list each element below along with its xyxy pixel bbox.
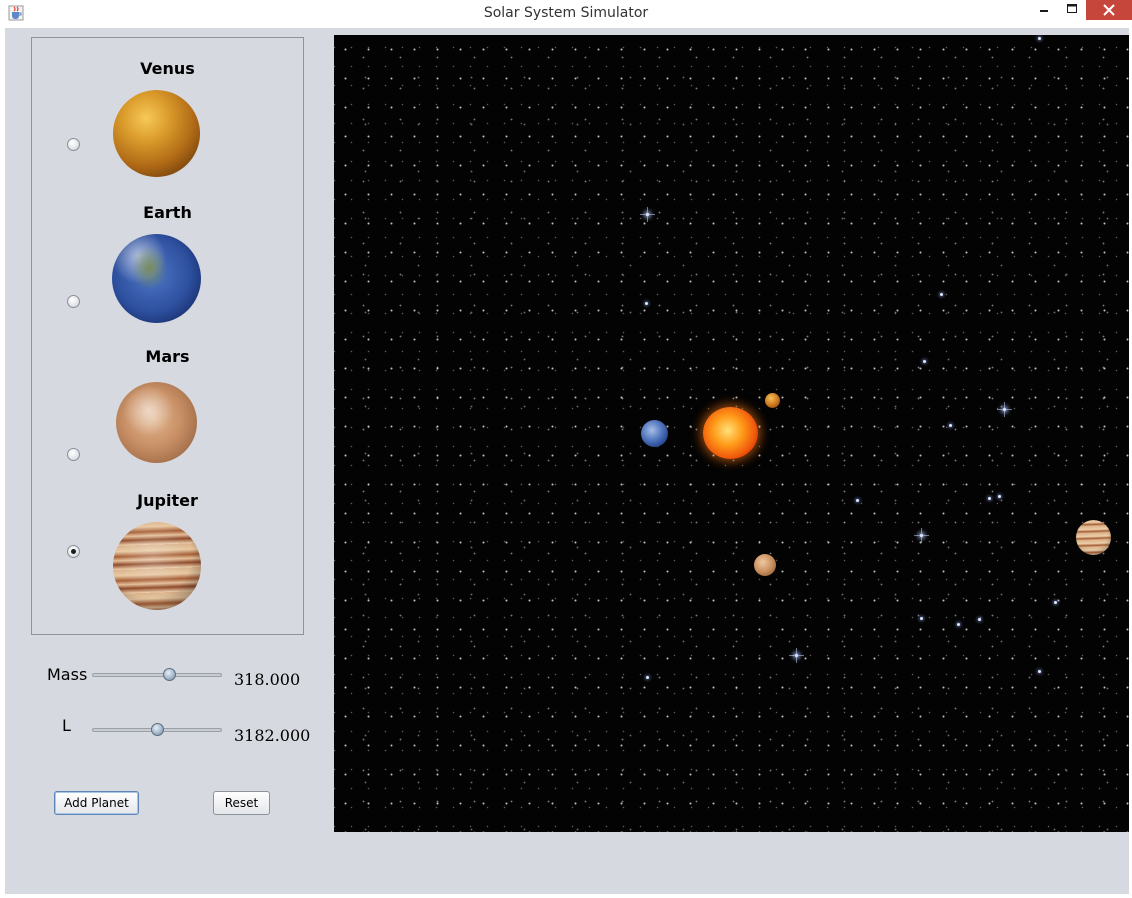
jupiter-shading <box>113 522 201 610</box>
sun <box>703 407 758 459</box>
jupiter-planet-image <box>113 522 201 610</box>
close-icon <box>1103 4 1115 16</box>
star <box>1038 37 1041 40</box>
venus-radio[interactable] <box>67 138 80 151</box>
star <box>1038 670 1041 673</box>
star <box>957 623 960 626</box>
earth-body <box>641 420 668 447</box>
jupiter-radio[interactable] <box>67 545 80 558</box>
mass-value: 318.000 <box>234 670 301 689</box>
star <box>640 207 655 222</box>
add-planet-button[interactable]: Add Planet <box>54 791 139 815</box>
star <box>920 617 923 620</box>
star <box>914 528 929 543</box>
star <box>1054 601 1057 604</box>
minimize-icon[interactable] <box>1030 0 1058 22</box>
l-value: 3182.000 <box>234 726 311 745</box>
planet-name-venus: Venus <box>140 59 195 78</box>
mars-radio[interactable] <box>67 448 80 461</box>
planet-name-earth: Earth <box>143 203 192 222</box>
venus-planet-image <box>113 90 200 177</box>
star <box>940 293 943 296</box>
title-bar: Solar System Simulator <box>0 0 1132 28</box>
star <box>978 618 981 621</box>
l-slider[interactable] <box>92 723 222 736</box>
planet-name-jupiter: Jupiter <box>137 491 198 510</box>
earth-radio[interactable] <box>67 295 80 308</box>
mars-body <box>754 554 776 576</box>
star <box>646 676 649 679</box>
planet-name-mars: Mars <box>145 347 190 366</box>
star <box>988 497 991 500</box>
mars-planet-image <box>116 382 197 463</box>
reset-button[interactable]: Reset <box>213 791 270 815</box>
l-label: L <box>62 716 71 735</box>
l-slider-thumb[interactable] <box>151 723 164 736</box>
mass-slider[interactable] <box>92 668 222 681</box>
mass-label: Mass <box>47 665 88 684</box>
earth-planet-image <box>112 234 201 323</box>
star <box>856 499 859 502</box>
close-button[interactable] <box>1086 0 1132 20</box>
star <box>923 360 926 363</box>
star <box>645 302 648 305</box>
jupiter-body <box>1076 520 1111 555</box>
radio-selected-dot <box>71 549 76 554</box>
planet-selection-panel: Venus Earth Mars Jupiter <box>31 37 304 635</box>
maximize-icon[interactable] <box>1058 0 1086 22</box>
mass-slider-thumb[interactable] <box>163 668 176 681</box>
star <box>997 402 1012 417</box>
window-title: Solar System Simulator <box>483 5 649 21</box>
venus-body <box>765 393 780 408</box>
star <box>949 424 952 427</box>
star <box>789 648 804 663</box>
simulation-canvas[interactable] <box>334 35 1129 832</box>
star <box>998 495 1001 498</box>
